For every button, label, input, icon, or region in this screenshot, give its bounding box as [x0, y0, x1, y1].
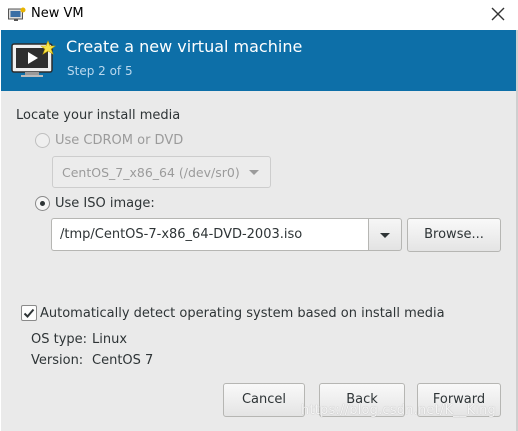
cdrom-device-value: CentOS_7_x86_64 (/dev/sr0) — [62, 165, 240, 180]
window-title: New VM — [31, 6, 84, 21]
os-version-value: CentOS 7 — [92, 353, 154, 368]
os-type-value: Linux — [92, 332, 128, 347]
wizard-title: Create a new virtual machine — [66, 37, 303, 56]
new-vm-screen-icon — [11, 40, 56, 77]
window-titlebar: New VM — [0, 0, 518, 30]
cdrom-radio[interactable] — [35, 133, 50, 148]
iso-radio[interactable] — [35, 196, 50, 211]
iso-history-dropdown-button[interactable] — [368, 218, 402, 251]
iso-path-input[interactable]: /tmp/CentOS-7-x86_64-DVD-2003.iso — [51, 218, 369, 251]
chevron-down-icon — [380, 233, 390, 238]
os-type-label: OS type: — [31, 332, 88, 347]
browse-button[interactable]: Browse... — [407, 218, 501, 252]
install-media-heading: Locate your install media — [16, 108, 181, 123]
wizard-step: Step 2 of 5 — [67, 64, 133, 78]
cancel-button[interactable]: Cancel — [223, 383, 305, 417]
cdrom-device-select[interactable]: CentOS_7_x86_64 (/dev/sr0) — [52, 156, 271, 188]
iso-radio-label: Use ISO image: — [55, 196, 155, 211]
iso-path-value: /tmp/CentOS-7-x86_64-DVD-2003.iso — [60, 227, 303, 242]
auto-detect-os-label: Automatically detect operating system ba… — [40, 306, 445, 321]
os-version-label: Version: — [31, 353, 84, 368]
checkmark-icon — [23, 308, 35, 318]
vm-manager-icon — [8, 7, 26, 21]
watermark: https://blog.csdn.net/K__King — [301, 403, 497, 418]
close-icon[interactable] — [490, 6, 506, 22]
chevron-down-icon — [249, 170, 259, 175]
auto-detect-os-checkbox[interactable] — [21, 305, 37, 321]
wizard-header: Create a new virtual machine Step 2 of 5 — [1, 30, 516, 91]
cdrom-radio-label: Use CDROM or DVD — [55, 133, 184, 148]
